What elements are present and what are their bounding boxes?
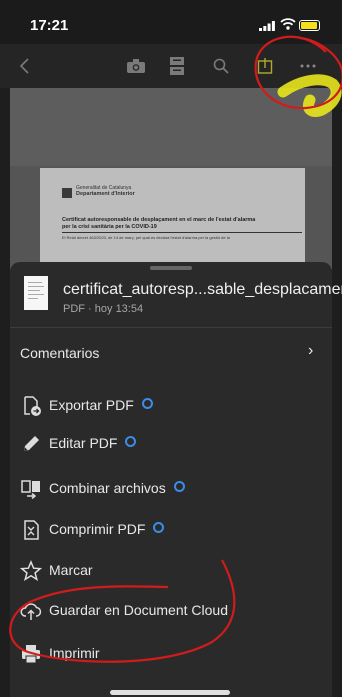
more-options-button[interactable] xyxy=(293,44,323,88)
menu-item-edit-pdf[interactable]: Editar PDF xyxy=(10,424,332,464)
document-preview: Generalitat de Catalunya Departament d'I… xyxy=(10,88,332,270)
pencil-icon xyxy=(24,436,39,451)
camera-button[interactable] xyxy=(123,44,149,88)
wifi-icon xyxy=(280,18,296,30)
file-meta: PDF · hoy 13:54 xyxy=(63,303,144,315)
menu-item-save-document-cloud[interactable]: Guardar en Document Cloud xyxy=(10,591,332,631)
home-indicator[interactable] xyxy=(110,690,230,695)
search-button[interactable] xyxy=(208,44,234,88)
save-document-cloud-label: Guardar en Document Cloud xyxy=(49,602,228,618)
title-line-1: Certificat autoresponsable de desplaçame… xyxy=(62,217,256,223)
menu-item-combine-files[interactable]: Combinar archivos xyxy=(10,469,332,509)
share-button[interactable] xyxy=(252,44,278,88)
combine-icon xyxy=(21,480,40,500)
combine-files-label: Combinar archivos xyxy=(49,480,166,496)
file-name: certificat_autoresp...sable_desplacament xyxy=(63,281,342,298)
document-page: Generalitat de Catalunya Departament d'I… xyxy=(40,168,305,268)
comments-label: Comentarios xyxy=(20,345,100,361)
cloud-upload-icon xyxy=(20,603,42,620)
organize-pages-button[interactable] xyxy=(164,44,190,88)
export-pdf-label: Exportar PDF xyxy=(49,397,134,413)
pages-icon xyxy=(170,57,184,75)
comments-row[interactable]: Comentarios › xyxy=(10,328,332,378)
compress-pdf-label: Comprimir PDF xyxy=(49,521,146,537)
search-icon xyxy=(213,58,229,74)
menu-item-compress-pdf[interactable]: Comprimir PDF xyxy=(10,510,332,550)
status-time: 17:21 xyxy=(30,17,69,34)
print-label: Imprimir xyxy=(49,645,100,661)
menu-item-export-pdf[interactable]: Exportar PDF xyxy=(10,386,332,426)
document-body: El Reial decret 463/2020, de 14 de març,… xyxy=(62,235,230,240)
title-line-2: per la crisi sanitària per la COVID-19 xyxy=(62,224,157,230)
bookmark-label: Marcar xyxy=(49,562,93,578)
cellular-signal-icon xyxy=(259,21,275,31)
chevron-right-icon: › xyxy=(308,342,314,359)
chevron-left-icon xyxy=(19,58,29,74)
ellipsis-icon xyxy=(300,64,316,68)
document-title: Certificat autoresponsable de desplaçame… xyxy=(62,217,302,231)
premium-badge xyxy=(141,398,153,409)
menu-item-bookmark[interactable]: Marcar xyxy=(10,551,332,591)
generalitat-logo xyxy=(62,188,72,198)
back-button[interactable] xyxy=(12,44,38,88)
export-pdf-icon xyxy=(24,396,41,416)
premium-badge xyxy=(153,522,165,533)
document-org: Generalitat de Catalunya Departament d'I… xyxy=(76,185,135,197)
file-thumbnail xyxy=(24,276,48,310)
edit-pdf-label: Editar PDF xyxy=(49,435,118,451)
menu-item-print[interactable]: Imprimir xyxy=(10,634,332,674)
premium-badge xyxy=(173,481,185,492)
sheet-grabber[interactable] xyxy=(150,266,192,270)
printer-icon xyxy=(22,645,40,664)
top-toolbar xyxy=(0,44,342,88)
share-icon xyxy=(257,58,273,74)
compress-icon xyxy=(24,520,39,540)
premium-badge xyxy=(125,436,137,447)
org-line-2: Departament d'Interior xyxy=(76,191,135,197)
camera-icon xyxy=(127,59,145,73)
battery-icon xyxy=(299,20,320,31)
status-bar: 17:21 xyxy=(0,0,342,44)
star-icon xyxy=(20,560,42,582)
